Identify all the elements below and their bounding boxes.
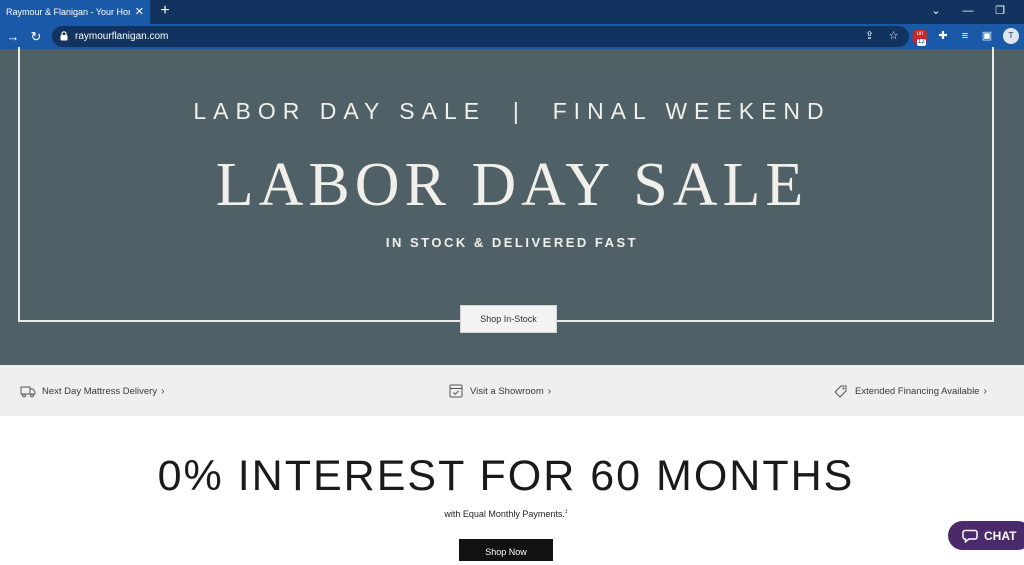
footnote-mark[interactable]: ‡ — [565, 509, 568, 515]
share-icon[interactable]: ⇪ — [862, 29, 877, 44]
back-icon[interactable]: → — [4, 28, 22, 46]
shop-in-stock-button[interactable]: Shop In-Stock — [460, 305, 557, 333]
chat-label: CHAT — [984, 528, 1017, 543]
minimize-icon[interactable]: — — [952, 0, 984, 24]
address-bar[interactable]: raymourflanigan.com ⇪ ☆ — [52, 26, 909, 47]
media-icon[interactable]: ≡ — [957, 28, 973, 45]
chevron-down-icon[interactable]: ⌄ — [920, 0, 952, 24]
service-showroom-link[interactable]: Visit a Showroom › — [448, 383, 551, 399]
url-text[interactable]: raymourflanigan.com — [75, 30, 168, 43]
star-icon[interactable]: ☆ — [886, 29, 901, 44]
new-tab-button[interactable]: + — [156, 2, 174, 20]
chat-bubble-icon — [962, 529, 978, 543]
chevron-right-icon: › — [983, 385, 987, 397]
browser-tab-active[interactable]: Raymour & Flanigan - Your Home ✕ — [0, 0, 150, 24]
service-label: Extended Financing Available — [855, 385, 980, 397]
chevron-right-icon: › — [161, 385, 165, 397]
truck-icon — [20, 386, 36, 398]
puzzle-icon[interactable]: ✚ — [935, 28, 951, 45]
financing-title: 0% INTEREST FOR 60 MONTHS — [157, 452, 855, 500]
tag-icon — [834, 385, 847, 398]
lock-icon[interactable] — [60, 31, 68, 41]
service-strip: Next Day Mattress Delivery › Visit a Sho… — [0, 365, 1024, 416]
store-icon — [449, 384, 463, 398]
extension-badge-count: 12 — [917, 39, 926, 46]
financing-subtitle: with Equal Monthly Payments.‡ — [0, 509, 1012, 519]
restore-icon[interactable]: ❐ — [984, 0, 1016, 24]
tab-title: Raymour & Flanigan - Your Home — [6, 7, 130, 17]
chat-button[interactable]: CHAT — [948, 521, 1024, 550]
profile-avatar[interactable]: T — [1003, 28, 1019, 44]
service-financing-link[interactable]: Extended Financing Available › — [833, 383, 987, 399]
hero-kicker: LABOR DAY SALE | FINAL WEEKEND — [193, 98, 831, 124]
browser-tab-strip: Raymour & Flanigan - Your Home ✕ + ⌄ — ❐ — [0, 0, 1024, 24]
reload-icon[interactable]: ↻ — [27, 28, 45, 46]
hero-subtitle: IN STOCK & DELIVERED FAST — [385, 235, 639, 250]
browser-toolbar: → ↻ raymourflanigan.com ⇪ ☆ ✚ ≡ ▣ — [0, 24, 1024, 49]
service-label: Visit a Showroom — [470, 385, 544, 397]
close-icon[interactable]: ✕ — [135, 5, 144, 19]
service-mattress-delivery-link[interactable]: Next Day Mattress Delivery › — [20, 383, 164, 399]
hero-title: LABOR DAY SALE — [215, 151, 809, 219]
chevron-right-icon: › — [547, 385, 552, 397]
financing-subtitle-text: with Equal Monthly Payments. — [444, 509, 565, 519]
side-panel-icon[interactable]: ▣ — [979, 28, 995, 45]
service-label: Next Day Mattress Delivery — [42, 385, 158, 397]
hero-banner: LABOR DAY SALE | FINAL WEEKEND LABOR DAY… — [0, 47, 1024, 365]
